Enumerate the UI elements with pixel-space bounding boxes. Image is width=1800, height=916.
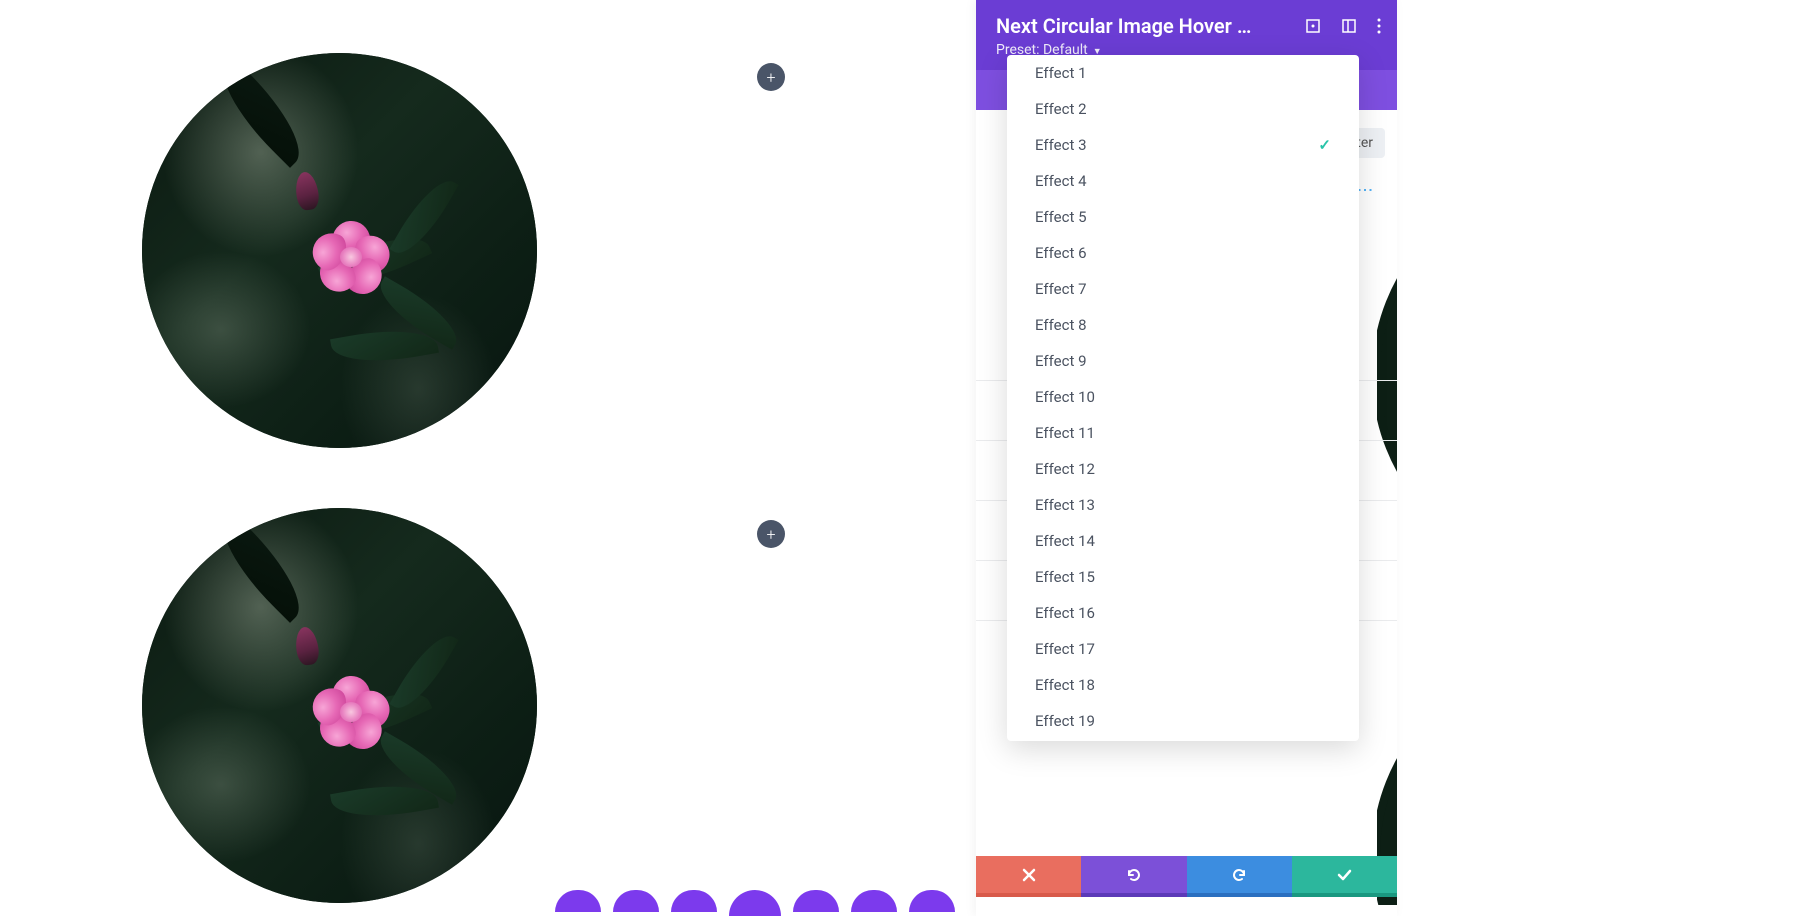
- effect-option[interactable]: Effect 14: [1007, 523, 1359, 559]
- toolbar-item[interactable]: [613, 890, 659, 912]
- effect-option-label: Effect 2: [1035, 100, 1087, 118]
- effect-option-label: Effect 18: [1035, 676, 1095, 694]
- effect-option[interactable]: Effect 3 ✓: [1007, 127, 1359, 163]
- effect-option-label: Effect 14: [1035, 532, 1095, 550]
- more-menu-icon[interactable]: [1377, 18, 1381, 34]
- effect-option[interactable]: Effect 17: [1007, 631, 1359, 667]
- effect-option[interactable]: Effect 10: [1007, 379, 1359, 415]
- effect-option[interactable]: Effect 11: [1007, 415, 1359, 451]
- footer-accent-strip: [976, 893, 1397, 897]
- effect-option[interactable]: Effect 19: [1007, 703, 1359, 739]
- effect-option[interactable]: Effect 13: [1007, 487, 1359, 523]
- effect-option-label: Effect 1: [1035, 64, 1087, 82]
- sidebar-toggle-icon[interactable]: [1341, 18, 1357, 34]
- effect-option-label: Effect 12: [1035, 460, 1095, 478]
- undo-button[interactable]: [1081, 856, 1186, 893]
- effect-option[interactable]: Effect 16: [1007, 595, 1359, 631]
- canvas-area: + +: [0, 0, 976, 916]
- effect-option[interactable]: Effect 9: [1007, 343, 1359, 379]
- toolbar-item[interactable]: [793, 890, 839, 912]
- image-content: [142, 508, 537, 903]
- header-actions: [1305, 18, 1381, 34]
- effect-option-label: Effect 5: [1035, 208, 1087, 226]
- effect-option-label: Effect 8: [1035, 316, 1087, 334]
- effect-option-label: Effect 7: [1035, 280, 1087, 298]
- effect-option-label: Effect 11: [1035, 424, 1095, 442]
- circular-image-preview-2[interactable]: [142, 508, 537, 903]
- plus-icon: +: [766, 525, 775, 544]
- effect-option-label: Effect 4: [1035, 172, 1087, 190]
- effect-option[interactable]: Effect 1: [1007, 55, 1359, 91]
- cancel-button[interactable]: [976, 856, 1081, 893]
- toolbar-item[interactable]: [851, 890, 897, 912]
- effect-dropdown[interactable]: Effect 1 Effect 2 Effect 3 ✓ Effect 4 Effect …: [1007, 55, 1359, 741]
- add-module-button-1[interactable]: +: [757, 63, 785, 91]
- fullscreen-icon[interactable]: [1305, 18, 1321, 34]
- effect-option[interactable]: Effect 6: [1007, 235, 1359, 271]
- toolbar-item[interactable]: [671, 890, 717, 912]
- image-content: [142, 53, 537, 448]
- effect-option[interactable]: Effect 18: [1007, 667, 1359, 703]
- check-icon: ✓: [1318, 136, 1331, 154]
- effect-option[interactable]: Effect 4: [1007, 163, 1359, 199]
- panel-title: Next Circular Image Hover S...: [996, 14, 1256, 38]
- toolbar-item-main[interactable]: [729, 890, 781, 916]
- effect-option-label: Effect 3: [1035, 136, 1087, 154]
- effect-option[interactable]: Effect 5: [1007, 199, 1359, 235]
- effect-option-label: Effect 15: [1035, 568, 1095, 586]
- effect-option-label: Effect 9: [1035, 352, 1087, 370]
- effect-option-label: Effect 16: [1035, 604, 1095, 622]
- bottom-toolbar-dots: [555, 890, 955, 916]
- effect-option[interactable]: Effect 12: [1007, 451, 1359, 487]
- plus-icon: +: [766, 68, 775, 87]
- panel-footer-actions: [976, 856, 1397, 893]
- effect-option-label: Effect 10: [1035, 388, 1095, 406]
- effect-option[interactable]: Effect 2: [1007, 91, 1359, 127]
- effect-option-label: Effect 17: [1035, 640, 1095, 658]
- effect-option-label: Effect 13: [1035, 496, 1095, 514]
- redo-button[interactable]: [1187, 856, 1292, 893]
- add-module-button-2[interactable]: +: [757, 520, 785, 548]
- effect-option[interactable]: Effect 7: [1007, 271, 1359, 307]
- effect-option[interactable]: Effect 8: [1007, 307, 1359, 343]
- confirm-button[interactable]: [1292, 856, 1397, 893]
- effect-option[interactable]: Effect 15: [1007, 559, 1359, 595]
- effect-option-label: Effect 19: [1035, 712, 1095, 730]
- circular-image-preview-1[interactable]: [142, 53, 537, 448]
- effect-option-label: Effect 6: [1035, 244, 1087, 262]
- toolbar-item[interactable]: [555, 890, 601, 912]
- toolbar-item[interactable]: [909, 890, 955, 912]
